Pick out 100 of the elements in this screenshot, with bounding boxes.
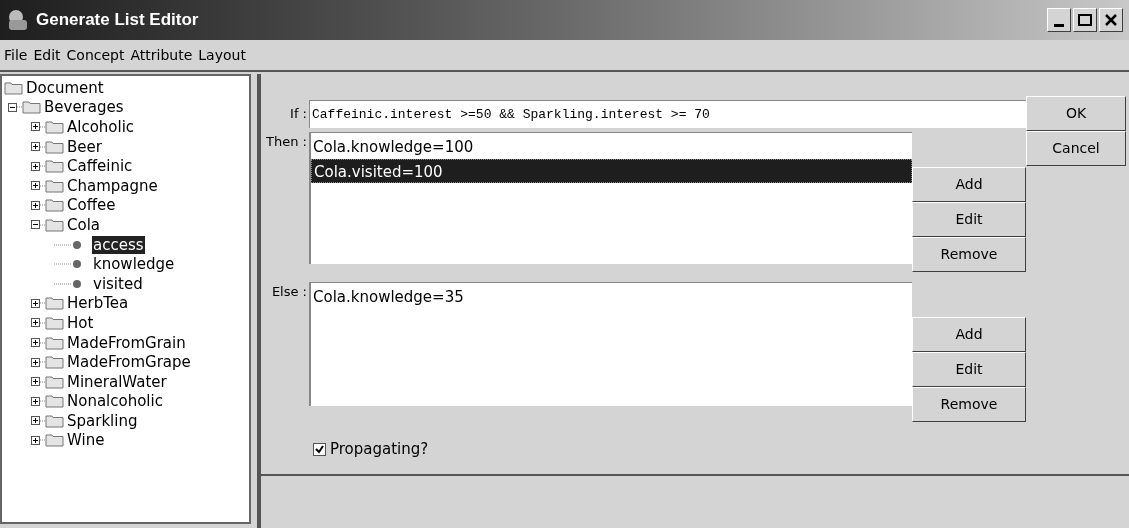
folder-icon — [45, 159, 64, 174]
connector-line — [40, 184, 45, 187]
connector-line — [40, 126, 45, 128]
app-icon — [6, 8, 30, 32]
folder-icon — [45, 394, 64, 409]
connector-line — [40, 400, 45, 403]
list-item[interactable]: Cola.knowledge=100 — [311, 135, 912, 159]
expand-icon[interactable] — [31, 298, 40, 308]
expand-icon[interactable] — [31, 436, 40, 445]
folder-icon — [45, 433, 64, 448]
tree-item[interactable]: Sparkling — [66, 411, 139, 430]
folder-icon — [45, 178, 64, 193]
if-label: If : — [289, 105, 308, 124]
tree-item[interactable]: access — [92, 235, 145, 254]
bullet-icon — [72, 239, 82, 250]
else-label: Else : — [270, 283, 308, 301]
connector-line — [54, 263, 72, 266]
menu-item[interactable]: Layout — [198, 44, 246, 66]
expand-icon[interactable] — [31, 161, 40, 171]
connector-line — [54, 282, 72, 285]
connector-line — [40, 419, 45, 422]
tree-item[interactable]: Beverages — [43, 98, 125, 117]
list-button[interactable]: Remove — [912, 237, 1026, 272]
list-button[interactable]: Remove — [912, 387, 1026, 422]
tree-item[interactable]: visited — [92, 274, 144, 293]
tree-item[interactable]: Alcoholic — [66, 118, 136, 136]
list-button[interactable]: Edit — [912, 352, 1026, 387]
tree-item[interactable]: Beer — [66, 137, 103, 156]
tree-item[interactable]: MadeFromGrape — [66, 353, 192, 372]
folder-icon — [45, 296, 64, 311]
check-icon — [315, 444, 324, 454]
minimize-button[interactable] — [1047, 8, 1071, 32]
tree-item[interactable]: Coffee — [66, 196, 117, 215]
expand-icon[interactable] — [31, 338, 40, 347]
collapse-icon[interactable] — [31, 220, 40, 230]
tree-item[interactable]: Cola — [66, 215, 101, 234]
then-label: Then : — [265, 133, 308, 151]
tree-item[interactable]: Nonalcoholic — [66, 392, 164, 411]
folder-icon — [45, 374, 64, 389]
connector-line — [40, 204, 45, 207]
propagating-label: Propagating? — [330, 439, 429, 460]
tree-item[interactable]: Caffeinic — [66, 157, 134, 176]
dialog-button[interactable]: OK — [1026, 96, 1126, 131]
tree-item[interactable]: Champagne — [66, 176, 159, 195]
connector-line — [40, 223, 45, 226]
collapse-icon[interactable] — [8, 102, 17, 112]
list-item[interactable]: Cola.visited=100 — [311, 159, 912, 183]
folder-icon — [45, 335, 64, 350]
tree-item[interactable]: HerbTea — [66, 294, 130, 313]
menu-item[interactable]: Edit — [33, 44, 61, 66]
folder-icon — [45, 413, 64, 428]
close-button[interactable] — [1099, 8, 1123, 32]
window-title: Generate List Editor — [36, 9, 199, 32]
tree-item[interactable]: MineralWater — [66, 372, 168, 391]
connector-line — [54, 243, 72, 246]
connector-line — [40, 341, 45, 344]
tree-item[interactable]: Wine — [66, 431, 106, 450]
menu-item[interactable]: Concept — [66, 44, 125, 66]
connector-line — [40, 380, 45, 383]
expand-icon[interactable] — [31, 396, 40, 406]
folder-icon — [45, 198, 64, 213]
folder-icon — [45, 315, 64, 330]
minimize-icon — [1054, 24, 1064, 27]
list-item[interactable]: Cola.knowledge=35 — [311, 285, 912, 309]
expand-icon[interactable] — [31, 181, 40, 191]
folder-icon — [4, 80, 23, 95]
expand-icon[interactable] — [31, 318, 40, 328]
connector-line — [40, 145, 45, 148]
maximize-icon — [1078, 14, 1092, 26]
folder-icon — [45, 139, 64, 154]
menu-item[interactable]: File — [4, 44, 28, 66]
expand-icon[interactable] — [31, 142, 40, 152]
expand-icon[interactable] — [31, 416, 40, 426]
list-button[interactable]: Edit — [912, 202, 1026, 237]
menu-item[interactable]: Attribute — [130, 44, 193, 66]
connector-line — [17, 106, 22, 109]
dialog-button[interactable]: Cancel — [1026, 131, 1126, 166]
maximize-button[interactable] — [1073, 8, 1097, 32]
folder-icon — [45, 217, 64, 232]
list-button[interactable]: Add — [912, 167, 1026, 202]
propagating-checkbox[interactable] — [313, 442, 326, 456]
list-button[interactable]: Add — [912, 317, 1026, 352]
expand-icon[interactable] — [31, 200, 40, 210]
tree-item[interactable]: knowledge — [92, 255, 176, 274]
bullet-icon — [72, 259, 82, 270]
close-icon — [1104, 13, 1118, 27]
connector-line — [40, 165, 45, 168]
folder-icon — [45, 355, 64, 370]
folder-icon — [45, 120, 64, 134]
connector-line — [40, 321, 45, 324]
connector-line — [40, 361, 45, 364]
tree-item[interactable]: Document — [25, 78, 105, 97]
expand-icon[interactable] — [31, 357, 40, 367]
tree-item[interactable]: Hot — [66, 313, 95, 332]
expand-icon[interactable] — [31, 377, 40, 387]
condition-field[interactable]: Caffeinic.interest >=50 && Sparkling.interest >= 70 — [309, 100, 1026, 128]
tree-item[interactable]: MadeFromGrain — [66, 333, 187, 352]
expand-icon[interactable] — [31, 122, 40, 132]
connector-line — [40, 439, 45, 442]
connector-line — [40, 302, 45, 305]
